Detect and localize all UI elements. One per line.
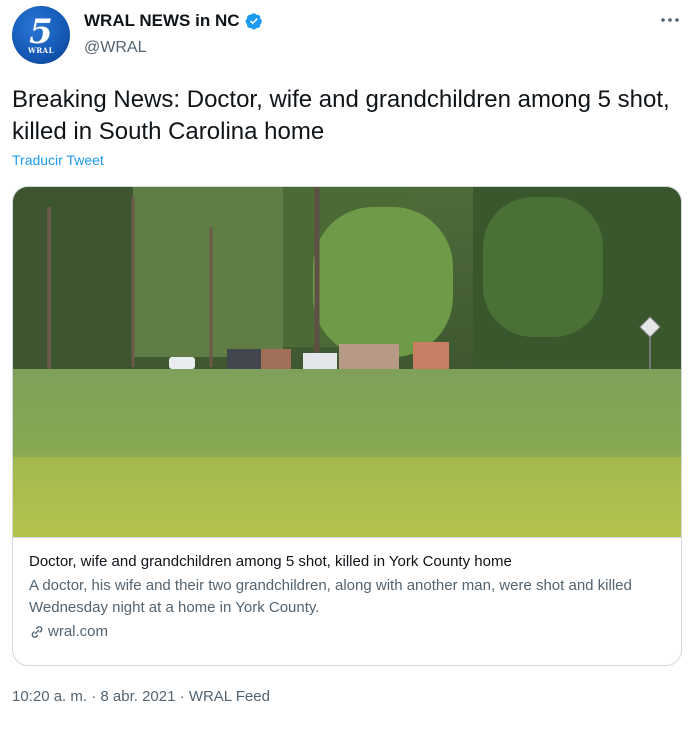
tweet-text: Breaking News: Doctor, wife and grandchi…: [12, 86, 670, 145]
tweet-header: 5 WRAL WRAL NEWS in NC @WRAL: [12, 6, 688, 66]
display-name[interactable]: WRAL NEWS in NC: [84, 11, 240, 31]
meta-separator: ·: [175, 688, 189, 705]
avatar-number: 5: [29, 12, 53, 52]
display-name-row: WRAL NEWS in NC: [84, 9, 263, 33]
card-description: A doctor, his wife and their two grandch…: [29, 577, 632, 616]
meta-separator: ·: [87, 688, 101, 705]
card-domain-text: wral.com: [48, 623, 109, 640]
tweet-meta: 10:20 a. m. · 8 abr. 2021 · WRAL Feed: [12, 688, 270, 705]
avatar-sub: WRAL: [27, 46, 55, 55]
tweet-time[interactable]: 10:20 a. m.: [12, 688, 87, 705]
more-dots-icon: [661, 18, 679, 22]
verified-badge-icon: [245, 13, 262, 30]
translate-tweet-link[interactable]: Traducir Tweet: [12, 152, 104, 168]
link-card[interactable]: Doctor, wife and grandchildren among 5 s…: [12, 186, 682, 666]
link-icon: [31, 625, 43, 638]
tweet-source[interactable]: WRAL Feed: [189, 688, 270, 705]
handle[interactable]: @WRAL: [84, 39, 263, 57]
more-horizontal-icon[interactable]: [656, 8, 684, 32]
tweet-date[interactable]: 8 abr. 2021: [100, 688, 175, 705]
card-body[interactable]: Doctor, wife and grandchildren among 5 s…: [13, 537, 681, 665]
card-title[interactable]: Doctor, wife and grandchildren among 5 s…: [29, 552, 667, 572]
author-names: WRAL NEWS in NC @WRAL: [84, 9, 263, 57]
card-image[interactable]: [13, 187, 682, 537]
card-domain: wral.com: [29, 623, 667, 640]
avatar[interactable]: 5 WRAL: [12, 6, 70, 64]
